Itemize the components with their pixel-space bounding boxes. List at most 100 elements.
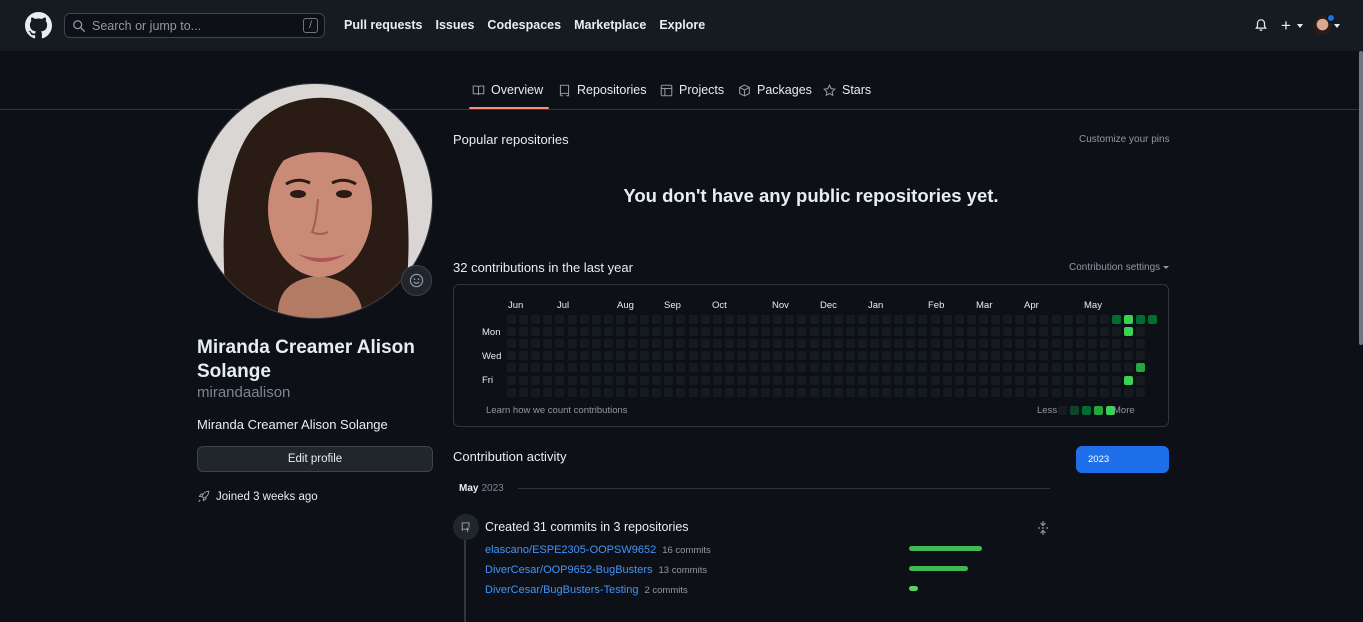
contribution-cell[interactable]	[736, 351, 746, 361]
contribution-cell[interactable]	[894, 351, 904, 361]
contribution-cell[interactable]	[857, 375, 867, 385]
tab-overview[interactable]: Overview	[468, 83, 550, 109]
contribution-cell[interactable]	[519, 387, 529, 397]
contribution-cell[interactable]	[724, 315, 734, 324]
contribution-cell[interactable]	[978, 387, 988, 397]
contribution-cell[interactable]	[978, 363, 988, 373]
contribution-cell[interactable]	[930, 339, 940, 349]
contribution-cell[interactable]	[579, 327, 589, 337]
contribution-cell[interactable]	[797, 351, 807, 361]
contribution-cell[interactable]	[603, 351, 613, 361]
contribution-cell[interactable]	[870, 363, 879, 373]
contribution-cell[interactable]	[809, 315, 819, 324]
contribution-cell[interactable]	[761, 315, 771, 324]
contribution-cell[interactable]	[809, 363, 819, 373]
contribution-cell[interactable]	[882, 363, 892, 373]
contribution-cell[interactable]	[978, 327, 988, 337]
contribution-cell[interactable]	[1003, 387, 1013, 397]
contribution-cell[interactable]	[954, 315, 964, 324]
contribution-cell[interactable]	[991, 351, 1000, 361]
contribution-cell[interactable]	[809, 351, 819, 361]
contribution-cell[interactable]	[1136, 315, 1146, 324]
contribution-cell[interactable]	[821, 315, 831, 324]
contribution-cell[interactable]	[1075, 363, 1085, 373]
contribution-cell[interactable]	[1099, 375, 1109, 385]
contribution-cell[interactable]	[761, 339, 771, 349]
repo-link[interactable]: DiverCesar/BugBusters-Testing	[485, 584, 638, 596]
contribution-cell[interactable]	[579, 339, 589, 349]
contribution-cell[interactable]	[1112, 339, 1121, 349]
contribution-cell[interactable]	[954, 375, 964, 385]
contribution-cell[interactable]	[507, 375, 516, 385]
contribution-cell[interactable]	[1124, 339, 1134, 349]
contribution-cell[interactable]	[906, 363, 916, 373]
contribution-cell[interactable]	[1051, 327, 1061, 337]
repo-link[interactable]: elascano/ESPE2305-OOPSW9652	[485, 544, 656, 556]
contribution-cell[interactable]	[615, 375, 625, 385]
customize-pins-link[interactable]: Customize your pins	[1079, 134, 1170, 145]
contribution-cell[interactable]	[1051, 387, 1061, 397]
contribution-cell[interactable]	[870, 339, 879, 349]
contribution-cell[interactable]	[857, 387, 867, 397]
contribution-cell[interactable]	[1027, 351, 1037, 361]
contribution-cell[interactable]	[1099, 363, 1109, 373]
contribution-cell[interactable]	[918, 339, 928, 349]
contribution-cell[interactable]	[543, 327, 553, 337]
contribution-cell[interactable]	[882, 375, 892, 385]
contribution-cell[interactable]	[579, 351, 589, 361]
contribution-cell[interactable]	[1087, 363, 1097, 373]
contribution-cell[interactable]	[712, 387, 722, 397]
contribution-cell[interactable]	[1124, 375, 1134, 385]
contribution-cell[interactable]	[845, 351, 855, 361]
contribution-cell[interactable]	[688, 339, 698, 349]
contribution-cell[interactable]	[664, 387, 674, 397]
contribution-cell[interactable]	[724, 339, 734, 349]
contribution-cell[interactable]	[991, 375, 1000, 385]
contribution-cell[interactable]	[1051, 375, 1061, 385]
nav-marketplace[interactable]: Marketplace	[574, 18, 646, 32]
contribution-cell[interactable]	[991, 363, 1000, 373]
contribution-cell[interactable]	[640, 387, 650, 397]
contribution-cell[interactable]	[628, 375, 637, 385]
contribution-cell[interactable]	[519, 339, 529, 349]
contribution-cell[interactable]	[543, 387, 553, 397]
contribution-cell[interactable]	[507, 327, 516, 337]
profile-avatar[interactable]	[197, 83, 433, 319]
contribution-cell[interactable]	[870, 327, 879, 337]
contribution-cell[interactable]	[833, 351, 843, 361]
contribution-cell[interactable]	[531, 387, 541, 397]
contribution-cell[interactable]	[833, 375, 843, 385]
contribution-cell[interactable]	[724, 327, 734, 337]
contribution-cell[interactable]	[761, 351, 771, 361]
contribution-cell[interactable]	[1039, 339, 1049, 349]
contribution-cell[interactable]	[1003, 315, 1013, 324]
contribution-cell[interactable]	[579, 315, 589, 324]
contribution-cell[interactable]	[906, 327, 916, 337]
contribution-cell[interactable]	[628, 363, 637, 373]
contribution-cell[interactable]	[1003, 375, 1013, 385]
contribution-cell[interactable]	[966, 363, 976, 373]
contribution-cell[interactable]	[543, 315, 553, 324]
contribution-cell[interactable]	[640, 363, 650, 373]
contribution-cell[interactable]	[821, 351, 831, 361]
contribution-cell[interactable]	[966, 351, 976, 361]
contribution-cell[interactable]	[567, 363, 577, 373]
contribution-cell[interactable]	[942, 375, 952, 385]
contribution-cell[interactable]	[1124, 351, 1134, 361]
contribution-cell[interactable]	[1124, 315, 1134, 324]
contribution-cell[interactable]	[1051, 315, 1061, 324]
contribution-cell[interactable]	[567, 375, 577, 385]
contribution-cell[interactable]	[531, 351, 541, 361]
contribution-cell[interactable]	[833, 387, 843, 397]
contribution-cell[interactable]	[543, 339, 553, 349]
contribution-cell[interactable]	[676, 315, 686, 324]
search-input[interactable]: Search or jump to... /	[64, 13, 325, 38]
contribution-cell[interactable]	[833, 327, 843, 337]
contribution-cell[interactable]	[628, 327, 637, 337]
contribution-cell[interactable]	[857, 327, 867, 337]
repo-link[interactable]: DiverCesar/OOP9652-BugBusters	[485, 564, 653, 576]
contribution-cell[interactable]	[688, 375, 698, 385]
contribution-cell[interactable]	[797, 375, 807, 385]
contribution-cell[interactable]	[591, 375, 601, 385]
contribution-cell[interactable]	[555, 375, 565, 385]
